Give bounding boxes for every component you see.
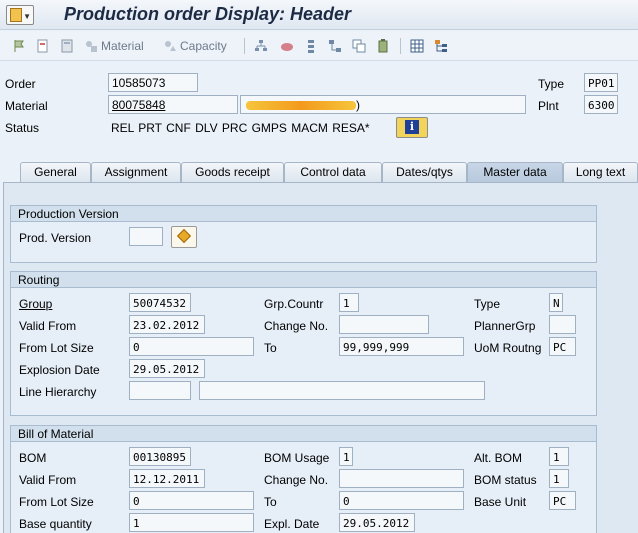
bom-valid-from-field[interactable]: 12.12.2011 — [129, 469, 205, 488]
alt-bom-label: Alt. BOM — [474, 451, 523, 465]
redacted-description — [246, 101, 356, 111]
material-button[interactable]: Material — [84, 38, 144, 54]
alt-bom-field[interactable]: 1 — [549, 447, 569, 466]
routing-change-no-label: Change No. — [264, 319, 329, 333]
routing-type-field[interactable]: N — [549, 293, 563, 312]
tab-assignment[interactable]: Assignment — [91, 162, 181, 183]
window-title: Production order Display: Header — [64, 4, 352, 24]
capacity-button[interactable]: Capacity — [163, 38, 227, 54]
tab-general[interactable]: General — [20, 162, 91, 183]
toolbar-separator — [244, 38, 245, 54]
routing-type-label: Type — [474, 297, 501, 311]
explosion-date-field[interactable]: 29.05.2012 — [129, 359, 205, 378]
bom-usage-label: BOM Usage — [264, 451, 330, 465]
line-hierarchy-description-field[interactable] — [199, 381, 485, 400]
routing-change-no-field[interactable] — [339, 315, 429, 334]
routing-group-field[interactable]: 50074532 — [129, 293, 191, 312]
expl-date-label: Expl. Date — [264, 517, 320, 531]
group-title: Routing — [11, 272, 596, 288]
bom-valid-from-label: Valid From — [19, 473, 77, 487]
bom-to-field[interactable]: 0 — [339, 491, 464, 510]
base-quantity-label: Base quantity — [19, 517, 92, 531]
value-help-button[interactable] — [171, 226, 197, 248]
calculator-icon[interactable] — [60, 38, 77, 54]
plnt-label: Plnt — [538, 99, 559, 113]
bom-change-no-label: Change No. — [264, 473, 329, 487]
grp-countr-label: Grp.Countr — [264, 297, 324, 311]
table-icon[interactable] — [410, 38, 427, 54]
display-document-icon[interactable] — [36, 38, 53, 54]
grp-countr-field[interactable]: 1 — [339, 293, 359, 312]
bom-from-lot-size-field[interactable]: 0 — [129, 491, 254, 510]
uom-routng-label: UoM Routng — [474, 341, 542, 355]
tabstrip: General Assignment Goods receipt Control… — [0, 162, 638, 183]
bom-status-label: BOM status — [474, 473, 537, 487]
diamond-icon — [176, 228, 192, 244]
system-status: REL PRT CNF DLV PRC GMPS MACM RESA* — [111, 121, 370, 135]
material-field[interactable]: 80075848 — [108, 95, 238, 114]
bom-to-label: To — [264, 495, 277, 509]
bom-field[interactable]: 00130895 — [129, 447, 191, 466]
group-title: Production Version — [11, 206, 596, 222]
line-hierarchy-field[interactable] — [129, 381, 191, 400]
material-description-field[interactable]: ) — [240, 95, 526, 114]
bom-from-lot-size-label: From Lot Size — [19, 495, 94, 509]
routing-from-lot-size-label: From Lot Size — [19, 341, 94, 355]
status-label: Status — [5, 121, 40, 135]
hierarchy-icon[interactable] — [254, 38, 271, 54]
tab-dates-qtys[interactable]: Dates/qtys — [382, 162, 467, 183]
order-type-field[interactable]: PP01 — [584, 73, 618, 92]
info-icon: i — [405, 120, 419, 134]
network-icon[interactable] — [328, 38, 345, 54]
uom-routng-field[interactable]: PC — [549, 337, 576, 356]
routing-valid-from-field[interactable]: 23.02.2012 — [129, 315, 205, 334]
flag-icon[interactable] — [12, 38, 29, 54]
line-hierarchy-label: Line Hierarchy — [19, 385, 97, 399]
bom-label: BOM — [19, 451, 47, 465]
components-icon[interactable] — [280, 38, 297, 54]
planner-grp-label: PlannerGrp — [474, 319, 536, 333]
tab-master-data[interactable]: Master data — [467, 162, 563, 183]
bom-usage-field[interactable]: 1 — [339, 447, 353, 466]
status-info-button[interactable]: i — [396, 117, 428, 138]
type-label: Type — [538, 77, 565, 91]
tab-long-text[interactable]: Long text — [563, 162, 638, 183]
tab-control-data[interactable]: Control data — [284, 162, 382, 183]
production-version-group: Production Version — [10, 205, 597, 263]
title-bar: ▼ Production order Display: Header — [0, 0, 638, 30]
routing-group-label: Group — [19, 297, 53, 311]
group-title: Bill of Material — [11, 426, 596, 442]
sequence-icon[interactable] — [304, 38, 321, 54]
routing-from-lot-size-field[interactable]: 0 — [129, 337, 254, 356]
plant-field[interactable]: 6300 — [584, 95, 618, 114]
structure-icon[interactable] — [434, 38, 451, 54]
routing-valid-from-label: Valid From — [19, 319, 77, 333]
expl-date-field[interactable]: 29.05.2012 — [339, 513, 415, 532]
order-field[interactable]: 10585073 — [108, 73, 198, 92]
order-label: Order — [5, 77, 36, 91]
toolbar-separator — [400, 38, 401, 54]
tab-goods-receipt[interactable]: Goods receipt — [181, 162, 284, 183]
bom-status-field[interactable]: 1 — [549, 469, 569, 488]
prod-version-field[interactable] — [129, 227, 163, 246]
bom-change-no-field[interactable] — [339, 469, 464, 488]
battery-icon[interactable] — [376, 38, 393, 54]
explosion-date-label: Explosion Date — [19, 363, 100, 377]
base-quantity-field[interactable]: 1 — [129, 513, 254, 532]
material-label: Material — [5, 99, 48, 113]
routing-to-field[interactable]: 99,999,999 — [339, 337, 464, 356]
base-unit-label: Base Unit — [474, 495, 527, 509]
application-toolbar: Material Capacity — [0, 31, 638, 61]
copy-icon[interactable] — [352, 38, 369, 54]
planner-grp-field[interactable] — [549, 315, 576, 334]
routing-to-label: To — [264, 341, 277, 355]
transaction-menu-icon[interactable]: ▼ — [6, 5, 34, 25]
prod-version-label: Prod. Version — [19, 231, 92, 245]
base-unit-field[interactable]: PC — [549, 491, 576, 510]
